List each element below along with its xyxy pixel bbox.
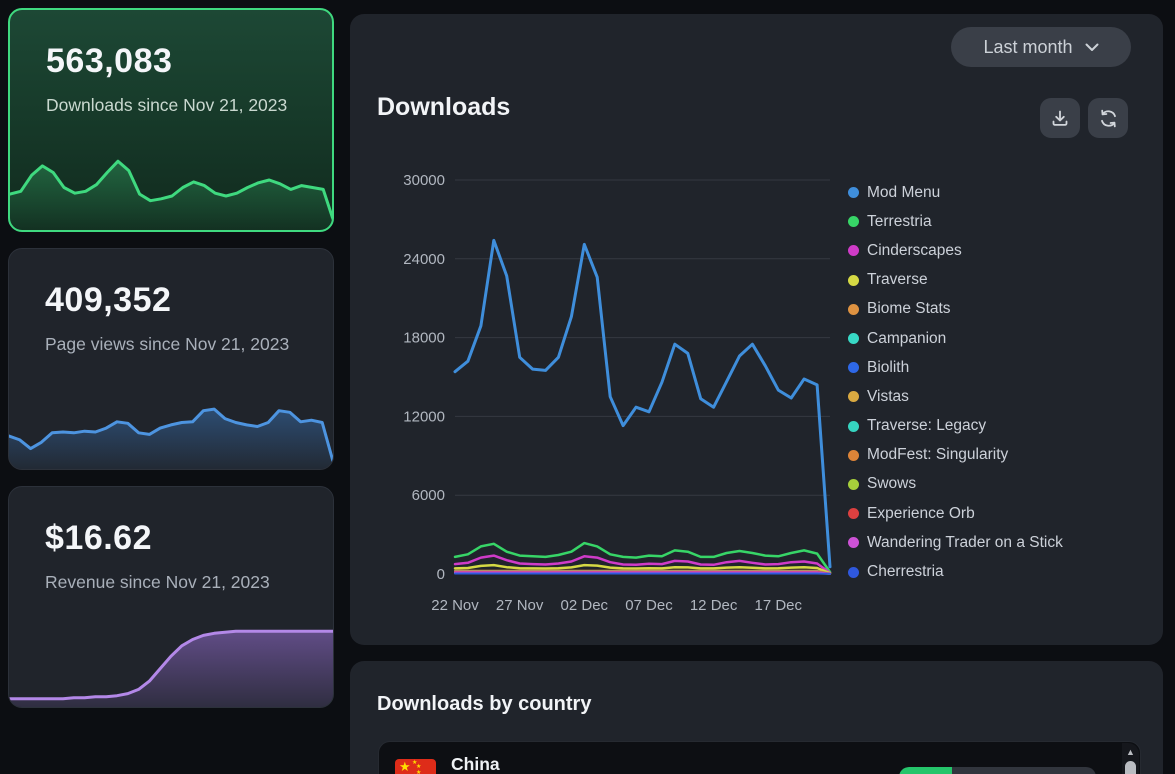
legend-label: Vistas — [867, 388, 909, 406]
legend-item-swows[interactable]: Swows — [848, 470, 1063, 499]
legend-item-cherrestria[interactable]: Cherrestria — [848, 557, 1063, 586]
legend-label: Wandering Trader on a Stick — [867, 534, 1063, 552]
legend-dot — [848, 275, 859, 286]
svg-text:18000: 18000 — [403, 330, 445, 347]
downloads-panel: Last month Downloads 0 6000 12000 18000 2400… — [350, 14, 1163, 645]
legend-item-wandering-trader-on-a-stick[interactable]: Wandering Trader on a Stick — [848, 528, 1063, 557]
legend-item-vistas[interactable]: Vistas — [848, 382, 1063, 411]
refresh-button[interactable] — [1088, 98, 1128, 138]
legend-item-terrestria[interactable]: Terrestria — [848, 207, 1063, 236]
page-views-sparkline — [9, 384, 333, 469]
legend-label: Traverse — [867, 271, 928, 289]
stat-card-page-views[interactable]: 409,352 Page views since Nov 21, 2023 — [8, 248, 334, 470]
legend-dot — [848, 245, 859, 256]
chevron-down-icon — [1085, 43, 1099, 52]
legend-dot — [848, 450, 859, 461]
scrollbar-thumb[interactable] — [1125, 761, 1136, 774]
country-list: ★ ★ ★ ★ ★ China ▲ — [378, 741, 1141, 774]
legend-dot — [848, 537, 859, 548]
svg-text:22 Nov: 22 Nov — [431, 597, 479, 614]
country-download-bar-fill — [899, 767, 952, 774]
legend-item-traverse[interactable]: Traverse — [848, 266, 1063, 295]
export-csv-button[interactable] — [1040, 98, 1080, 138]
legend-dot — [848, 508, 859, 519]
revenue-total-label: Revenue since Nov 21, 2023 — [45, 571, 307, 594]
country-name: China — [451, 754, 500, 774]
downloads-total-value: 563,083 — [46, 42, 172, 81]
legend-dot — [848, 479, 859, 490]
legend-dot — [848, 216, 859, 227]
download-icon — [1050, 108, 1070, 128]
svg-text:30000: 30000 — [403, 172, 445, 189]
stat-card-revenue[interactable]: $16.62 Revenue since Nov 21, 2023 — [8, 486, 334, 708]
stat-card-downloads[interactable]: 563,083 Downloads since Nov 21, 2023 — [8, 8, 334, 232]
revenue-sparkline — [9, 597, 333, 707]
downloads-by-country-panel: Downloads by country ★ ★ ★ ★ ★ China ▲ — [350, 661, 1163, 774]
svg-text:07 Dec: 07 Dec — [625, 597, 673, 614]
legend-label: Terrestria — [867, 213, 932, 231]
legend-item-campanion[interactable]: Campanion — [848, 324, 1063, 353]
legend-dot — [848, 187, 859, 198]
legend-label: Mod Menu — [867, 184, 940, 202]
legend-item-experience-orb[interactable]: Experience Orb — [848, 499, 1063, 528]
svg-text:24000: 24000 — [403, 251, 445, 268]
chart-legend: Mod Menu Terrestria Cinderscapes Traverse Bi… — [848, 178, 1063, 587]
legend-label: Cinderscapes — [867, 242, 962, 260]
legend-label: Swows — [867, 475, 916, 493]
legend-dot — [848, 304, 859, 315]
legend-dot — [848, 362, 859, 373]
legend-label: Biome Stats — [867, 300, 951, 318]
legend-label: Traverse: Legacy — [867, 417, 986, 435]
svg-text:12 Dec: 12 Dec — [690, 597, 738, 614]
downloads-total-label: Downloads since Nov 21, 2023 — [46, 94, 306, 117]
svg-text:02 Dec: 02 Dec — [561, 597, 609, 614]
refresh-icon — [1098, 108, 1119, 129]
legend-item-biome-stats[interactable]: Biome Stats — [848, 295, 1063, 324]
country-list-scrollbar[interactable]: ▲ — [1122, 743, 1139, 774]
legend-dot — [848, 421, 859, 432]
legend-item-traverse-legacy[interactable]: Traverse: Legacy — [848, 412, 1063, 441]
legend-label: ModFest: Singularity — [867, 446, 1008, 464]
country-panel-title: Downloads by country — [377, 693, 591, 716]
scrollbar-up-arrow[interactable]: ▲ — [1122, 745, 1139, 759]
svg-text:0: 0 — [437, 566, 445, 583]
legend-dot — [848, 567, 859, 578]
legend-label: Experience Orb — [867, 505, 975, 523]
country-row-china: ★ ★ ★ ★ ★ China — [379, 742, 1120, 774]
legend-dot — [848, 391, 859, 402]
downloads-panel-title: Downloads — [377, 93, 510, 122]
page-views-total-value: 409,352 — [45, 281, 171, 320]
legend-dot — [848, 333, 859, 344]
downloads-sparkline — [10, 130, 334, 230]
page-views-total-label: Page views since Nov 21, 2023 — [45, 333, 307, 356]
revenue-total-value: $16.62 — [45, 519, 152, 558]
legend-item-mod-menu[interactable]: Mod Menu — [848, 178, 1063, 207]
date-range-label: Last month — [983, 37, 1072, 58]
date-range-select[interactable]: Last month — [951, 27, 1131, 67]
svg-text:12000: 12000 — [403, 408, 445, 425]
downloads-line-chart: 0 6000 12000 18000 24000 30000 22 Nov 27 Nov 02 … — [380, 162, 840, 627]
svg-text:6000: 6000 — [412, 487, 445, 504]
svg-text:27 Nov: 27 Nov — [496, 597, 544, 614]
legend-item-biolith[interactable]: Biolith — [848, 353, 1063, 382]
country-download-bar — [899, 767, 1096, 774]
legend-label: Cherrestria — [867, 563, 944, 581]
legend-item-modfest-singularity[interactable]: ModFest: Singularity — [848, 441, 1063, 470]
legend-label: Biolith — [867, 359, 909, 377]
legend-item-cinderscapes[interactable]: Cinderscapes — [848, 236, 1063, 265]
legend-label: Campanion — [867, 330, 946, 348]
china-flag-icon: ★ ★ ★ ★ ★ — [395, 759, 436, 774]
svg-text:17 Dec: 17 Dec — [755, 597, 803, 614]
